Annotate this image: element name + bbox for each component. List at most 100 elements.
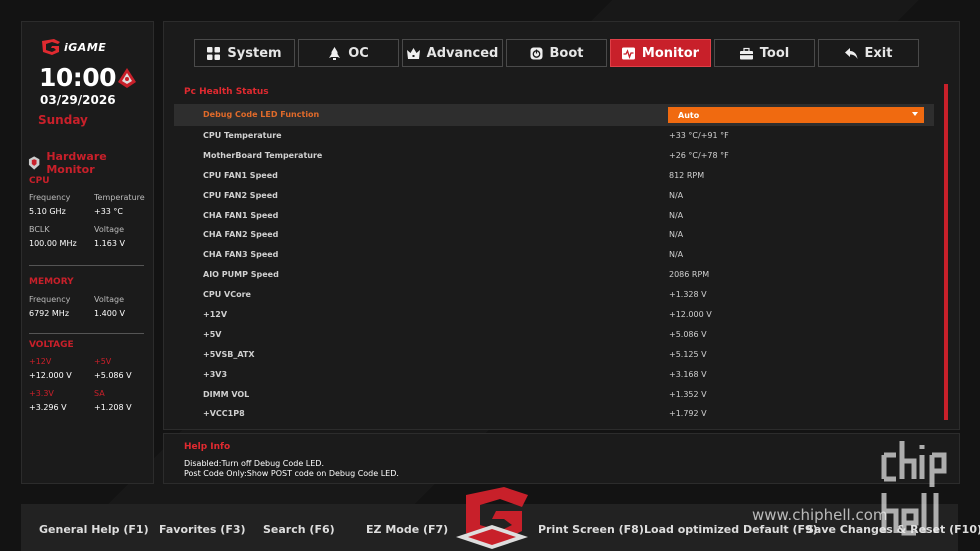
memory-voltage-value: 1.400 V — [94, 309, 125, 318]
v33-label: +3.3V — [29, 389, 54, 398]
list-item: CHA FAN2 Speed N/A — [174, 225, 934, 245]
row-value: +1.328 V — [669, 290, 707, 300]
row-label: CHA FAN1 Speed — [203, 210, 279, 220]
row-label: CPU FAN2 Speed — [203, 190, 278, 200]
tab-monitor[interactable]: Monitor — [610, 39, 711, 67]
tab-label: Monitor — [641, 45, 700, 61]
row-label: DIMM VOL — [203, 389, 250, 399]
voltage-heading: VOLTAGE — [29, 340, 74, 350]
ez-mode-button[interactable]: EZ Mode (F7) — [366, 523, 448, 536]
row-label: +VCC1P8 — [203, 409, 245, 419]
row-label: CPU FAN1 Speed — [203, 170, 278, 180]
row-value: +26 °C/+78 °F — [669, 150, 729, 160]
list-item: CPU FAN2 Speed N/A — [174, 186, 934, 206]
section-title: Pc Health Status — [184, 87, 269, 97]
row-value: 812 RPM — [669, 170, 705, 180]
cpu-voltage-value: 1.163 V — [94, 239, 125, 248]
tab-label: System — [227, 45, 282, 61]
list-item: +12V +12.000 V — [174, 305, 934, 325]
list-item: MotherBoard Temperature +26 °C/+78 °F — [174, 146, 934, 166]
debug-code-led-dropdown[interactable]: Auto — [668, 107, 924, 123]
hardware-robot-icon — [118, 68, 136, 88]
hardware-monitor-icon — [28, 156, 40, 170]
load-default-button[interactable]: Load optimized Default (F9) — [644, 523, 818, 536]
igame-logo-mark — [42, 39, 60, 55]
top-tab-bar: System OC Advanced Boot Monitor Tool Exi… — [194, 39, 919, 67]
tab-label: Boot — [549, 45, 584, 61]
divider — [29, 333, 144, 334]
row-label: CHA FAN3 Speed — [203, 250, 279, 260]
crown-icon — [406, 47, 420, 59]
row-label: AIO PUMP Speed — [203, 270, 279, 280]
clock-date: 03/29/2026 — [40, 93, 116, 107]
v12-value: +12.000 V — [29, 371, 72, 380]
grid-icon — [207, 46, 221, 60]
tab-system[interactable]: System — [194, 39, 295, 67]
list-item: +5V +5.086 V — [174, 325, 934, 345]
tab-tool[interactable]: Tool — [714, 39, 815, 67]
row-value: N/A — [669, 250, 684, 260]
list-item: +VCC1P8 +1.792 V — [174, 404, 934, 424]
tab-label: OC — [348, 45, 369, 61]
tab-boot[interactable]: Boot — [506, 39, 607, 67]
row-value: 2086 RPM — [669, 270, 710, 280]
tab-label: Tool — [759, 45, 790, 61]
tab-label: Advanced — [426, 45, 499, 61]
cpu-temperature-value: +33 °C — [94, 207, 124, 216]
memory-heading: MEMORY — [29, 277, 74, 287]
memory-frequency-label: Frequency — [29, 295, 71, 304]
memory-voltage-label: Voltage — [94, 295, 125, 304]
list-item: AIO PUMP Speed 2086 RPM — [174, 265, 934, 285]
scrollbar[interactable] — [944, 84, 948, 420]
row-value: +12.000 V — [669, 310, 712, 320]
tab-label: Exit — [864, 45, 893, 61]
cpu-bclk-value: 100.00 MHz — [29, 239, 77, 248]
toolbox-icon — [739, 47, 753, 59]
search-button[interactable]: Search (F6) — [263, 523, 335, 536]
dropdown-value: Auto — [678, 111, 700, 120]
row-value: +3.168 V — [669, 369, 707, 379]
row-value: +33 °C/+91 °F — [669, 131, 729, 140]
row-value: N/A — [669, 230, 684, 240]
cpu-voltage-label: Voltage — [94, 225, 125, 234]
cpu-frequency-value: 5.10 GHz — [29, 207, 66, 216]
dropdown-arrow-icon — [912, 112, 918, 116]
list-item: CPU VCore +1.328 V — [174, 285, 934, 305]
divider — [29, 265, 144, 266]
list-item: CPU FAN1 Speed 812 RPM — [174, 166, 934, 186]
tab-oc[interactable]: OC — [298, 39, 399, 67]
watermark-text: www.chiphell.com — [752, 506, 888, 524]
row-value: N/A — [669, 190, 684, 200]
row-value: N/A — [669, 210, 684, 220]
row-label: +12V — [203, 310, 228, 320]
help-info-panel: Help Info Disabled:Turn off Debug Code L… — [163, 433, 960, 484]
row-value: +1.792 V — [669, 409, 707, 419]
cpu-bclk-label: BCLK — [29, 225, 50, 234]
tab-exit[interactable]: Exit — [818, 39, 919, 67]
list-item: +3V3 +3.168 V — [174, 365, 934, 385]
list-item: CPU Temperature +33 °C/+91 °F — [174, 126, 934, 146]
sa-value: +1.208 V — [94, 403, 132, 412]
main-panel: System OC Advanced Boot Monitor Tool Exi… — [163, 21, 960, 430]
monitor-icon — [621, 47, 635, 59]
row-label: +3V3 — [203, 369, 228, 379]
debug-code-led-row[interactable]: Debug Code LED Function Auto — [174, 104, 934, 126]
clock-time: 10:00 — [39, 63, 117, 92]
row-label: Debug Code LED Function — [203, 110, 320, 119]
row-label: CPU Temperature — [203, 131, 282, 140]
left-info-panel: iGAME 10:00 03/29/2026 Sunday Hardware M… — [21, 21, 154, 484]
chiphell-watermark-logo — [881, 441, 947, 536]
general-help-button[interactable]: General Help (F1) — [39, 523, 149, 536]
print-screen-button[interactable]: Print Screen (F8) — [538, 523, 644, 536]
tab-advanced[interactable]: Advanced — [402, 39, 503, 67]
memory-frequency-value: 6792 MHz — [29, 309, 70, 318]
cpu-temperature-label: Temperature — [94, 193, 145, 202]
list-item: CHA FAN3 Speed N/A — [174, 245, 934, 265]
favorites-button[interactable]: Favorites (F3) — [159, 523, 246, 536]
cpu-heading: CPU — [29, 176, 50, 186]
row-value: +5.086 V — [669, 329, 707, 339]
v5-label: +5V — [94, 357, 112, 366]
row-label: CPU VCore — [203, 290, 251, 300]
back-arrow-icon — [844, 47, 858, 59]
row-value: +5.125 V — [669, 349, 707, 359]
